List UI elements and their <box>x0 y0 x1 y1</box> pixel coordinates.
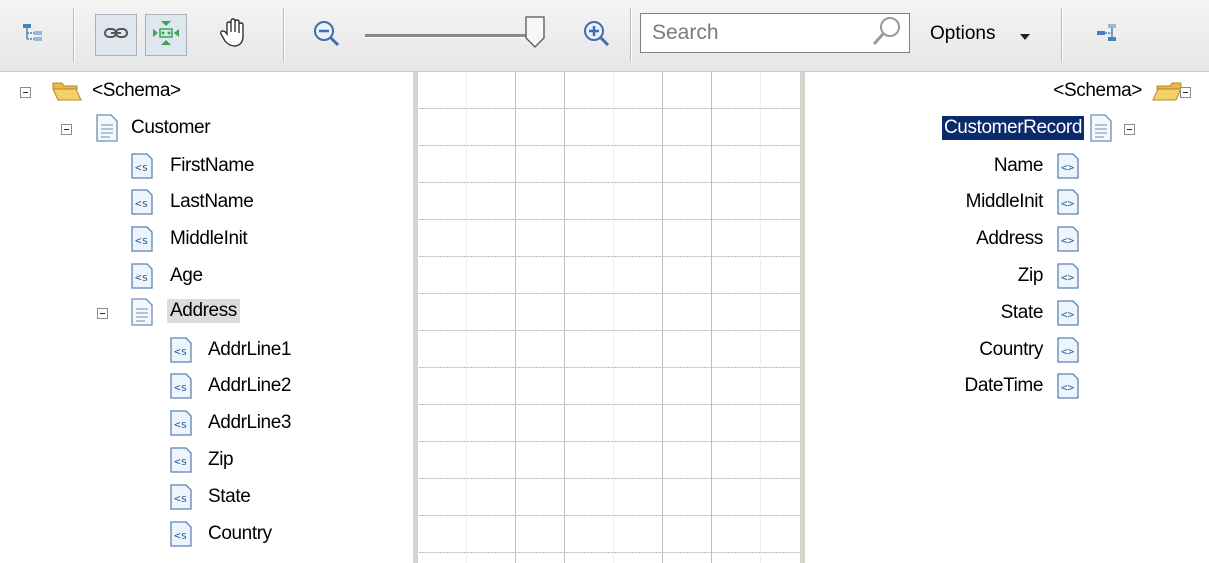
field-icon: <> <box>1057 373 1079 404</box>
source-field-label[interactable]: LastName <box>170 190 254 214</box>
collapse-toggle[interactable] <box>61 124 72 135</box>
link-icon <box>103 20 129 51</box>
chevron-down-icon[interactable] <box>1020 34 1030 40</box>
destination-field-label[interactable]: Country <box>979 338 1043 362</box>
svg-text:<s: <s <box>174 345 187 358</box>
magnifier-icon[interactable] <box>870 14 904 53</box>
field-icon: <s <box>170 521 192 552</box>
toolbar-separator <box>283 8 285 62</box>
destination-field-label[interactable]: DateTime <box>965 374 1044 398</box>
field-icon: <> <box>1057 189 1079 220</box>
destination-record-label[interactable]: CustomerRecord <box>941 116 1084 140</box>
svg-text:<>: <> <box>1061 345 1075 358</box>
zoom-slider-thumb[interactable] <box>524 16 546 53</box>
zoom-slider[interactable] <box>365 34 535 38</box>
field-icon: <> <box>1057 337 1079 368</box>
collapse-toggle[interactable] <box>1180 87 1191 98</box>
field-icon: <s <box>170 373 192 404</box>
zoom-out-button[interactable] <box>305 14 347 56</box>
source-field-label[interactable]: Age <box>170 264 203 288</box>
field-icon: <s <box>170 410 192 441</box>
source-field-label[interactable]: AddrLine2 <box>208 374 291 398</box>
toolbar: Search Options <box>0 0 1209 72</box>
toolbar-separator <box>1061 8 1063 62</box>
svg-text:<s: <s <box>174 455 187 468</box>
field-icon: <> <box>1057 226 1079 257</box>
source-field-label[interactable]: Zip <box>208 448 234 472</box>
svg-text:<>: <> <box>1061 161 1075 174</box>
options-menu[interactable]: Options <box>930 23 995 45</box>
source-record-label[interactable]: Customer <box>131 116 211 140</box>
field-icon: <> <box>1057 263 1079 294</box>
grid-view-button[interactable] <box>1085 14 1127 56</box>
svg-text:<>: <> <box>1061 234 1075 247</box>
expand-links-button[interactable] <box>145 14 187 56</box>
folder-open-icon <box>52 80 82 107</box>
source-field-label[interactable]: AddrLine1 <box>208 338 291 362</box>
destination-field-label[interactable]: MiddleInit <box>966 190 1044 214</box>
hand-icon <box>219 17 247 53</box>
source-field-label[interactable]: MiddleInit <box>170 227 248 251</box>
destination-field-label[interactable]: State <box>1001 301 1044 325</box>
tree-view-icon <box>20 20 46 51</box>
folder-open-icon <box>1152 80 1182 107</box>
tree-view-button[interactable] <box>12 14 54 56</box>
destination-root-label[interactable]: <Schema> <box>1053 79 1142 103</box>
source-field-label[interactable]: FirstName <box>170 154 254 178</box>
source-field-label[interactable]: Country <box>208 522 272 546</box>
record-icon <box>96 114 118 147</box>
record-icon <box>131 298 153 331</box>
field-icon: <s <box>131 226 153 257</box>
field-icon: <s <box>170 484 192 515</box>
destination-field-label[interactable]: Name <box>994 154 1043 178</box>
svg-text:<s: <s <box>174 529 187 542</box>
toolbar-separator <box>73 8 75 62</box>
destination-field-label[interactable]: Zip <box>1018 264 1044 288</box>
collapse-toggle[interactable] <box>97 308 108 319</box>
svg-text:<>: <> <box>1061 271 1075 284</box>
svg-text:<>: <> <box>1061 381 1075 394</box>
svg-text:<>: <> <box>1061 308 1075 321</box>
svg-text:<s: <s <box>135 161 148 174</box>
svg-text:<>: <> <box>1061 197 1075 210</box>
field-icon: <s <box>170 337 192 368</box>
source-field-label[interactable]: State <box>208 485 251 509</box>
field-icon: <s <box>131 263 153 294</box>
source-address-label[interactable]: Address <box>167 299 240 323</box>
svg-text:<s: <s <box>135 271 148 284</box>
expand-links-icon <box>151 18 181 53</box>
field-icon: <s <box>170 447 192 478</box>
collapse-toggle[interactable] <box>1124 124 1135 135</box>
source-root-label[interactable]: <Schema> <box>92 79 181 103</box>
field-icon: <s <box>131 153 153 184</box>
mapping-grid-canvas[interactable] <box>413 72 805 563</box>
toolbar-separator <box>630 8 632 62</box>
record-icon <box>1090 114 1112 147</box>
field-icon: <> <box>1057 153 1079 184</box>
svg-text:<s: <s <box>135 197 148 210</box>
zoom-in-icon <box>582 19 610 52</box>
zoom-out-icon <box>312 19 340 52</box>
source-field-label[interactable]: AddrLine3 <box>208 411 291 435</box>
svg-text:<s: <s <box>174 418 187 431</box>
svg-text:<s: <s <box>135 234 148 247</box>
destination-field-label[interactable]: Address <box>976 227 1043 251</box>
field-icon: <> <box>1057 300 1079 331</box>
pan-button[interactable] <box>212 14 254 56</box>
field-icon: <s <box>131 189 153 220</box>
zoom-in-button[interactable] <box>575 14 617 56</box>
collapse-toggle[interactable] <box>20 87 31 98</box>
grid-icon <box>1093 20 1119 51</box>
link-button[interactable] <box>95 14 137 56</box>
svg-text:<s: <s <box>174 492 187 505</box>
svg-text:<s: <s <box>174 381 187 394</box>
